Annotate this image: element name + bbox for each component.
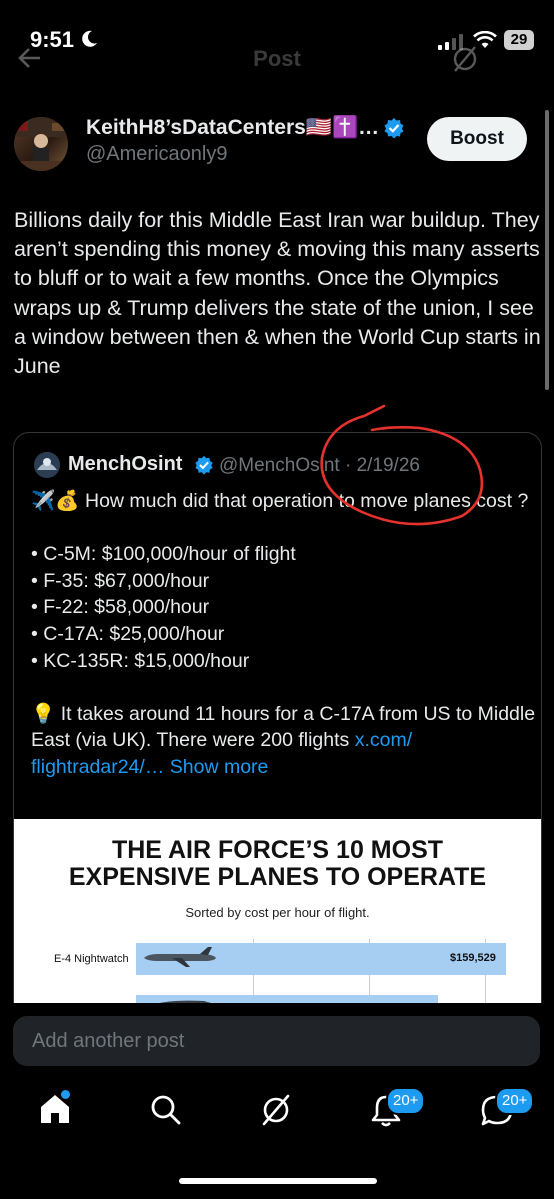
- plane-money-emoji: ✈️💰: [31, 490, 80, 512]
- infographic-subtitle: Sorted by cost per hour of flight.: [185, 905, 370, 920]
- cost-list-item: • F-35: $67,000/hour: [31, 569, 210, 592]
- link-flightradar24[interactable]: flightradar24/…: [31, 756, 164, 778]
- notifications-badge: 20+: [386, 1087, 426, 1115]
- home-indicator: [179, 1178, 377, 1184]
- show-more-link[interactable]: Show more: [170, 756, 269, 778]
- cost-list-item: • C-17A: $25,000/hour: [31, 622, 225, 645]
- boost-button[interactable]: Boost: [427, 117, 527, 161]
- grok-icon[interactable]: [450, 44, 480, 74]
- author-avatar[interactable]: [14, 117, 68, 171]
- bar-label: E-4 Nightwatch: [54, 953, 129, 965]
- quoted-post-tip: 💡 It takes around 11 hours for a C-17A f…: [31, 702, 536, 778]
- post-text: Billions daily for this Middle East Iran…: [14, 208, 541, 379]
- infographic-title: THE AIR FORCE’S 10 MOST EXPENSIVE PLANES…: [68, 836, 487, 891]
- cost-list-item: • KC-135R: $15,000/hour: [31, 649, 250, 672]
- cost-list-item: • C-5M: $100,000/hour of flight: [31, 543, 296, 566]
- messages-badge: 20+: [495, 1087, 535, 1115]
- cost-list-item: • F-22: $58,000/hour: [31, 596, 210, 619]
- quoted-author-name[interactable]: MenchOsint: [68, 453, 182, 476]
- author-handle[interactable]: @Americaonly9: [86, 143, 227, 166]
- lightbulb-emoji: 💡: [31, 702, 56, 725]
- verified-badge-icon: [195, 455, 213, 475]
- verified-badge-icon: [384, 118, 404, 139]
- author-name[interactable]: KeithH8’sDataCenters🇺🇸✝️…: [86, 116, 379, 140]
- quoted-author-avatar[interactable]: [34, 452, 60, 478]
- link-x-com[interactable]: x.com/: [355, 729, 412, 751]
- airplane-icon: [144, 947, 216, 967]
- reply-input[interactable]: Add another post: [13, 1016, 540, 1066]
- red-annotation-circle: [320, 404, 484, 526]
- search-icon[interactable]: [150, 1094, 182, 1126]
- grok-icon[interactable]: [259, 1093, 293, 1127]
- home-unread-dot: [61, 1090, 70, 1099]
- bar-value: $159,529: [450, 952, 496, 964]
